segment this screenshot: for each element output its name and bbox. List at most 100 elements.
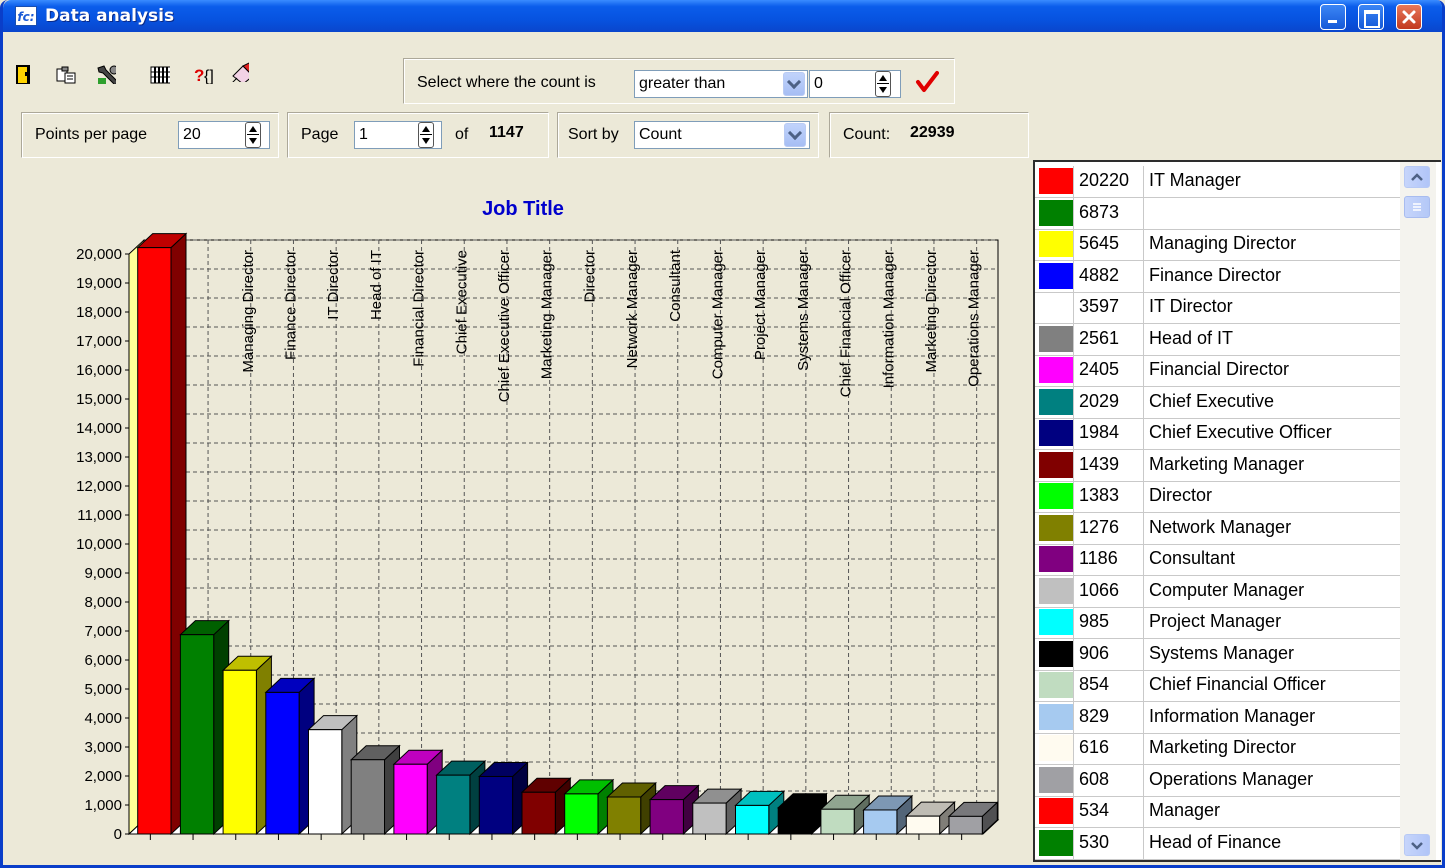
- legend-divider: [1073, 292, 1074, 323]
- bar: [222, 669, 257, 835]
- legend-row[interactable]: 608 Operations Manager: [1035, 764, 1403, 797]
- legend-name: Head of Finance: [1149, 831, 1282, 852]
- page-value: 1: [359, 126, 368, 143]
- chevron-down-icon[interactable]: [784, 123, 806, 147]
- condition-select[interactable]: greater than: [634, 70, 808, 98]
- x-category-label: Computer Manager: [709, 250, 726, 379]
- y-tick-label: 19,000: [76, 275, 122, 292]
- select-label: Select where the count is: [417, 74, 596, 91]
- legend-count: 1439: [1079, 453, 1120, 474]
- legend-divider: [1073, 544, 1074, 575]
- scroll-down-button[interactable]: [1404, 834, 1430, 856]
- legend-color-swatch: [1039, 735, 1073, 761]
- tools-icon[interactable]: [96, 64, 116, 84]
- legend-name: Finance Director: [1149, 264, 1282, 285]
- legend-row[interactable]: 616 Marketing Director: [1035, 733, 1403, 765]
- legend-divider: [1073, 481, 1074, 512]
- legend-divider: [1073, 229, 1074, 260]
- legend-divider: [1143, 323, 1144, 355]
- legend-divider: [1073, 827, 1074, 859]
- legend-row[interactable]: 6873: [1035, 197, 1403, 230]
- legend-row[interactable]: 1383 Director: [1035, 481, 1403, 513]
- legend-divider: [1073, 701, 1074, 733]
- legend-row[interactable]: 2029 Chief Executive: [1035, 386, 1403, 419]
- maximize-button[interactable]: [1358, 4, 1384, 30]
- legend-name: Information Manager: [1149, 705, 1316, 726]
- chevron-down-icon[interactable]: [783, 72, 805, 96]
- legend-row[interactable]: 5645 Managing Director: [1035, 229, 1403, 261]
- page-spinner[interactable]: [418, 122, 434, 148]
- x-category-label: Consultant: [667, 249, 684, 322]
- chart-title: Job Title: [482, 198, 564, 220]
- legend-row[interactable]: 2561 Head of IT: [1035, 323, 1403, 356]
- legend-row[interactable]: 906 Systems Manager: [1035, 638, 1403, 671]
- legend-divider: [1073, 764, 1074, 796]
- x-category-label: Network Manager: [624, 250, 641, 368]
- legend-row[interactable]: 1186 Consultant: [1035, 544, 1403, 576]
- y-tick-label: 4,000: [84, 710, 122, 727]
- minimize-icon: [1328, 20, 1337, 23]
- threshold-spinner[interactable]: [875, 71, 891, 97]
- legend-divider: [1143, 386, 1144, 418]
- legend-divider: [1073, 355, 1074, 386]
- y-tick-label: 15,000: [76, 391, 122, 408]
- scroll-thumb[interactable]: [1404, 196, 1430, 218]
- legend-row[interactable]: 1984 Chief Executive Officer: [1035, 418, 1403, 450]
- clear-icon[interactable]: [229, 62, 249, 82]
- legend-count: 906: [1079, 642, 1110, 663]
- legend-row[interactable]: 20220 IT Manager: [1035, 166, 1403, 198]
- copy-icon[interactable]: [56, 66, 76, 86]
- y-tick-label: 5,000: [84, 681, 122, 698]
- legend-list[interactable]: 20220 IT Manager 6873 5645 Managing Director…: [1033, 160, 1441, 862]
- legend-row[interactable]: 1439 Marketing Manager: [1035, 449, 1403, 482]
- svg-text:?: ?: [194, 66, 204, 84]
- grid-icon[interactable]: [150, 66, 170, 86]
- y-tick-label: 7,000: [84, 623, 122, 640]
- page-label: Page: [301, 126, 339, 143]
- query-icon[interactable]: ? {]: [193, 64, 213, 84]
- minimize-button[interactable]: [1320, 4, 1346, 30]
- bar: [393, 763, 428, 835]
- legend-name: Head of IT: [1149, 327, 1234, 348]
- legend-row[interactable]: 2405 Financial Director: [1035, 355, 1403, 387]
- x-category-label: Chief Executive: [453, 250, 470, 354]
- sort-by-value: Count: [639, 126, 682, 143]
- legend-divider: [1143, 670, 1144, 701]
- legend-row[interactable]: 4882 Finance Director: [1035, 260, 1403, 293]
- title-bar[interactable]: fc: Data analysis: [3, 0, 1442, 32]
- legend-color-swatch: [1039, 388, 1073, 415]
- legend-divider: [1073, 512, 1074, 544]
- apply-check-icon[interactable]: [915, 70, 939, 94]
- legend-divider: [1143, 544, 1144, 575]
- x-category-label: Operations Manager: [966, 250, 983, 387]
- legend-color-swatch: [1039, 640, 1073, 667]
- legend-row[interactable]: 530 Head of Finance: [1035, 827, 1403, 860]
- scroll-up-button[interactable]: [1404, 166, 1430, 188]
- window-title: Data analysis: [45, 6, 175, 26]
- legend-scrollbar[interactable]: [1400, 162, 1436, 860]
- legend-divider: [1143, 796, 1144, 827]
- legend-divider: [1073, 386, 1074, 418]
- bar: [265, 691, 300, 835]
- bar: [436, 774, 471, 835]
- legend-row[interactable]: 829 Information Manager: [1035, 701, 1403, 734]
- legend-color-swatch: [1039, 798, 1073, 824]
- sort-by-label: Sort by: [568, 126, 619, 143]
- legend-row[interactable]: 854 Chief Financial Officer: [1035, 670, 1403, 702]
- legend-row[interactable]: 3597 IT Director: [1035, 292, 1403, 324]
- points-per-page-spinner[interactable]: [245, 122, 261, 148]
- legend-row[interactable]: 1066 Computer Manager: [1035, 575, 1403, 608]
- legend-divider: [1073, 607, 1074, 638]
- legend-row[interactable]: 1276 Network Manager: [1035, 512, 1403, 545]
- close-button[interactable]: [1396, 4, 1422, 30]
- legend-count: 985: [1079, 611, 1110, 631]
- legend-divider: [1143, 197, 1144, 229]
- points-per-page-label: Points per page: [35, 126, 148, 143]
- legend-divider: [1143, 701, 1144, 733]
- exit-icon[interactable]: [15, 64, 35, 84]
- legend-row[interactable]: 985 Project Manager: [1035, 607, 1403, 639]
- count-label: Count:: [843, 126, 891, 143]
- points-per-page-value: 20: [183, 126, 201, 143]
- legend-divider: [1143, 449, 1144, 481]
- legend-row[interactable]: 534 Manager: [1035, 796, 1403, 828]
